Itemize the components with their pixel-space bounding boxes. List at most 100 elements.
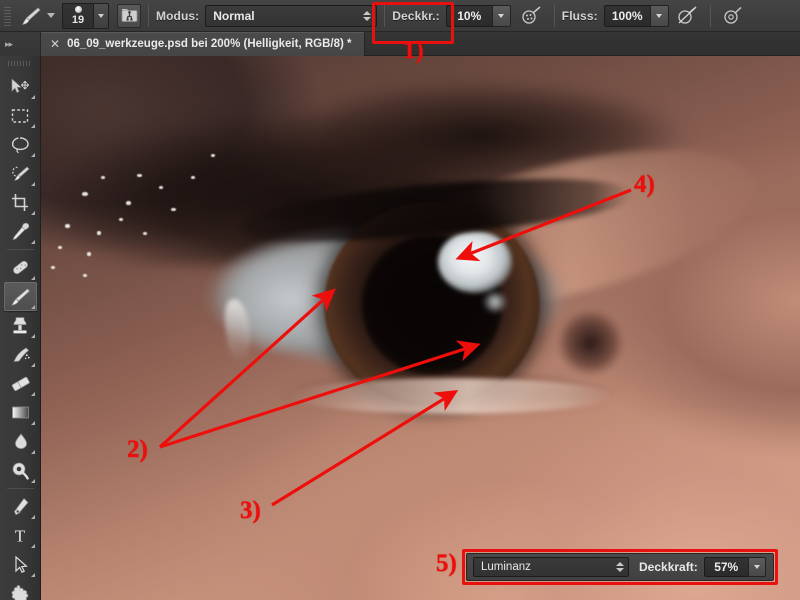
airbrush-icon[interactable]: [675, 4, 701, 28]
toolbar-divider-2: [6, 488, 34, 489]
fade-brush-stroke-bar: Luminanz Deckkraft: 57%: [466, 553, 774, 581]
tool-flyout-corner-icon[interactable]: [30, 479, 35, 483]
glitter-speck: [87, 252, 91, 256]
callout-1-label: 1): [403, 37, 424, 64]
flow-control[interactable]: 100%: [603, 4, 669, 27]
drag-grip-icon[interactable]: [8, 59, 32, 68]
sidebar-item-type-tool[interactable]: T: [4, 521, 37, 550]
tool-flyout-corner-icon[interactable]: [30, 305, 35, 309]
sidebar-item-rectangular-marquee-tool[interactable]: [4, 101, 37, 130]
sidebar-item-blur-tool[interactable]: [4, 427, 37, 456]
options-separator-3: [553, 4, 555, 27]
sidebar-item-gradient-tool[interactable]: [4, 398, 37, 427]
sidebar-item-path-selection-tool[interactable]: [4, 550, 37, 579]
callout-3-label: 3): [240, 497, 261, 524]
sidebar-item-lasso-tool[interactable]: [4, 130, 37, 159]
airbrush-pressure-icon[interactable]: [519, 4, 545, 28]
toolbar-divider: [6, 249, 34, 250]
double-chevron-right-icon[interactable]: ▸▸: [0, 32, 41, 56]
document-tab-bar: ▸▸ ✕ 06_09_werkzeuge.psd bei 200% (Helli…: [0, 32, 800, 56]
opacity-value[interactable]: 10%: [445, 4, 492, 27]
blend-mode-select[interactable]: Luminanz: [473, 557, 629, 577]
sidebar-item-clone-stamp-tool[interactable]: [4, 311, 37, 340]
flow-value[interactable]: 100%: [603, 4, 650, 27]
tool-flyout-corner-icon[interactable]: [30, 544, 35, 548]
glitter-speck: [126, 201, 131, 205]
tool-flyout-corner-icon[interactable]: [30, 124, 35, 128]
callout-5-label: 5): [436, 550, 457, 577]
tool-flyout-corner-icon[interactable]: [30, 515, 35, 519]
mode-label: Modus:: [156, 8, 200, 23]
glitter-speck: [101, 176, 105, 179]
options-separator: [148, 4, 149, 27]
fade-opacity-chevron-down-icon[interactable]: [747, 557, 766, 577]
sidebar-item-eraser-tool[interactable]: [4, 369, 37, 398]
brush-size-preset[interactable]: 19: [62, 2, 94, 29]
fade-opacity-value[interactable]: 57%: [703, 557, 748, 577]
updown-arrows-icon[interactable]: [363, 10, 372, 21]
options-separator-4: [709, 4, 711, 27]
brush-size-chevron-down-icon[interactable]: [94, 2, 109, 29]
mode-value: Normal: [213, 8, 255, 23]
glitter-speck: [51, 266, 55, 269]
sidebar-item-move-tool[interactable]: [4, 72, 37, 101]
document-canvas[interactable]: [41, 56, 800, 600]
glitter-speck: [97, 231, 101, 235]
close-x-icon[interactable]: ✕: [50, 38, 60, 50]
tool-flyout-corner-icon[interactable]: [30, 450, 35, 454]
sidebar-item-pen-tool[interactable]: [4, 492, 37, 521]
glitter-speck: [191, 176, 195, 179]
sidebar-item-brush-tool[interactable]: [3, 282, 37, 311]
document-tab[interactable]: ✕ 06_09_werkzeuge.psd bei 200% (Helligke…: [41, 32, 365, 56]
sidebar-item-crop-tool[interactable]: [4, 188, 37, 217]
tool-flyout-corner-icon[interactable]: [30, 240, 35, 244]
tool-flyout-corner-icon[interactable]: [30, 421, 35, 425]
tool-flyout-corner-icon[interactable]: [30, 95, 35, 99]
brush-tip-dot-icon: [74, 5, 82, 13]
options-bar: 19 Modus: Normal Deckkr.: 10% Fluss: 100…: [0, 0, 800, 32]
eye-photograph: [41, 56, 800, 600]
document-tab-title: 06_09_werkzeuge.psd bei 200% (Helligkeit…: [67, 38, 352, 50]
tool-flyout-corner-icon[interactable]: [30, 182, 35, 186]
sidebar-item-quick-selection-tool[interactable]: [4, 159, 37, 188]
fade-opacity-label: Deckkraft:: [639, 560, 698, 574]
opacity-label: Deckkr.:: [392, 8, 440, 23]
sidebar-item-history-brush-tool[interactable]: [4, 340, 37, 369]
fade-opacity-control[interactable]: 57%: [703, 557, 766, 577]
callout-4-label: 4): [634, 171, 655, 198]
tool-flyout-corner-icon[interactable]: [30, 392, 35, 396]
callout-2-label: 2): [127, 436, 148, 463]
opacity-control[interactable]: 10%: [445, 4, 511, 27]
brush-panel-icon[interactable]: [117, 3, 141, 28]
paintbrush-icon[interactable]: [18, 4, 44, 28]
sidebar-item-healing-brush-tool[interactable]: [4, 253, 37, 282]
sidebar-item-dodge-tool[interactable]: [4, 456, 37, 485]
tool-flyout-corner-icon[interactable]: [30, 276, 35, 280]
tool-flyout-corner-icon[interactable]: [30, 211, 35, 215]
glitter-speck: [58, 246, 62, 249]
tool-flyout-corner-icon[interactable]: [30, 334, 35, 338]
sidebar-item-custom-shape-tool[interactable]: [4, 579, 37, 600]
flow-label: Fluss:: [561, 8, 598, 23]
glitter-speck: [119, 218, 123, 221]
brush-preset-chevron-down-icon[interactable]: [47, 13, 55, 18]
glitter-speck: [137, 174, 142, 177]
flow-chevron-down-icon[interactable]: [649, 4, 669, 27]
svg-text:T: T: [15, 527, 26, 546]
tool-flyout-corner-icon[interactable]: [30, 573, 35, 577]
glitter-speck: [159, 186, 163, 189]
tablet-pressure-icon[interactable]: [720, 4, 746, 28]
tool-flyout-corner-icon[interactable]: [30, 153, 35, 157]
tool-flyout-corner-icon[interactable]: [30, 363, 35, 367]
blend-mode-value: Luminanz: [481, 561, 531, 573]
options-separator-2: [384, 4, 386, 27]
glitter-speck: [171, 208, 176, 211]
updown-arrows-icon[interactable]: [616, 562, 624, 572]
drag-grip-icon[interactable]: [2, 4, 13, 27]
mode-select[interactable]: Normal: [205, 4, 378, 27]
tools-panel: T: [0, 56, 41, 600]
photoshop-window: 19 Modus: Normal Deckkr.: 10% Fluss: 100…: [0, 0, 800, 600]
catchlight-highlight: [438, 231, 512, 293]
opacity-chevron-down-icon[interactable]: [491, 4, 511, 27]
sidebar-item-eyedropper-tool[interactable]: [4, 217, 37, 246]
